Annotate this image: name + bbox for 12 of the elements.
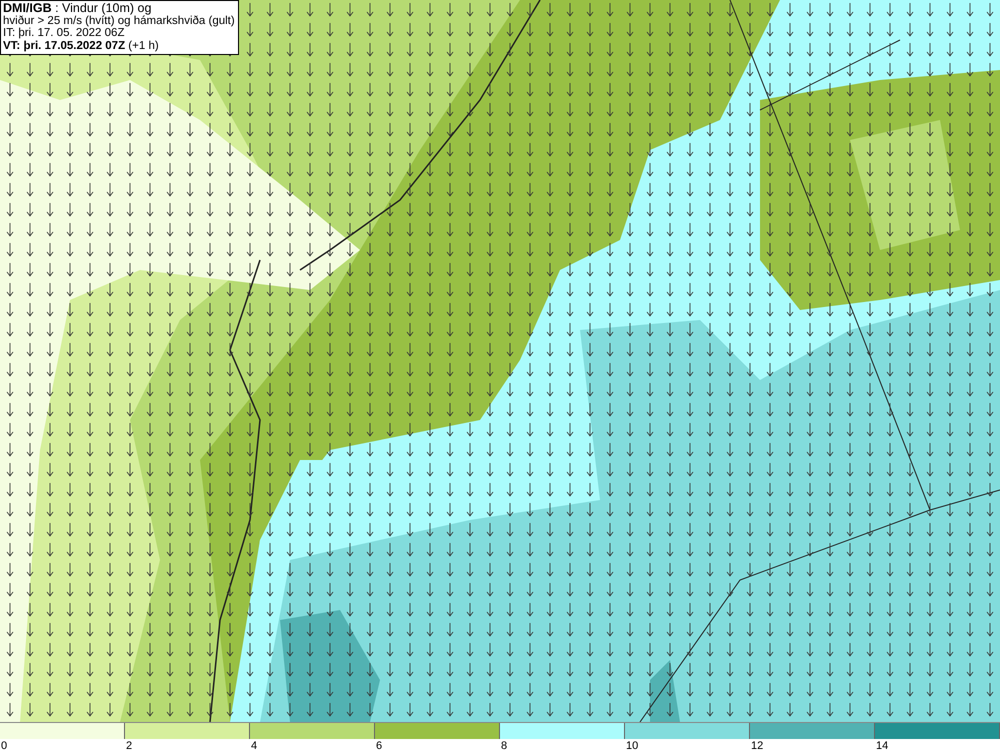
scale-label: 0 [1, 740, 8, 752]
scale-label: 4 [251, 740, 258, 752]
scale-label: 14 [876, 740, 888, 752]
scale-label: 12 [751, 740, 764, 752]
info-text: DMI/IGB : Vindur (10m) og [3, 2, 152, 14]
info-text: hviður > 25 m/s (hvítt) og hámarkshviða (gult) [3, 14, 235, 27]
scale-label: 10 [626, 740, 638, 752]
info-text: VT: þri. 17.05.2022 07Z (+1 h) [3, 40, 160, 52]
info-text: IT: þri. 17. 05. 2022 06Z [3, 27, 126, 40]
scale-label: 2 [126, 740, 132, 752]
scale-label: 8 [501, 740, 508, 752]
scale-label: 6 [376, 740, 382, 752]
